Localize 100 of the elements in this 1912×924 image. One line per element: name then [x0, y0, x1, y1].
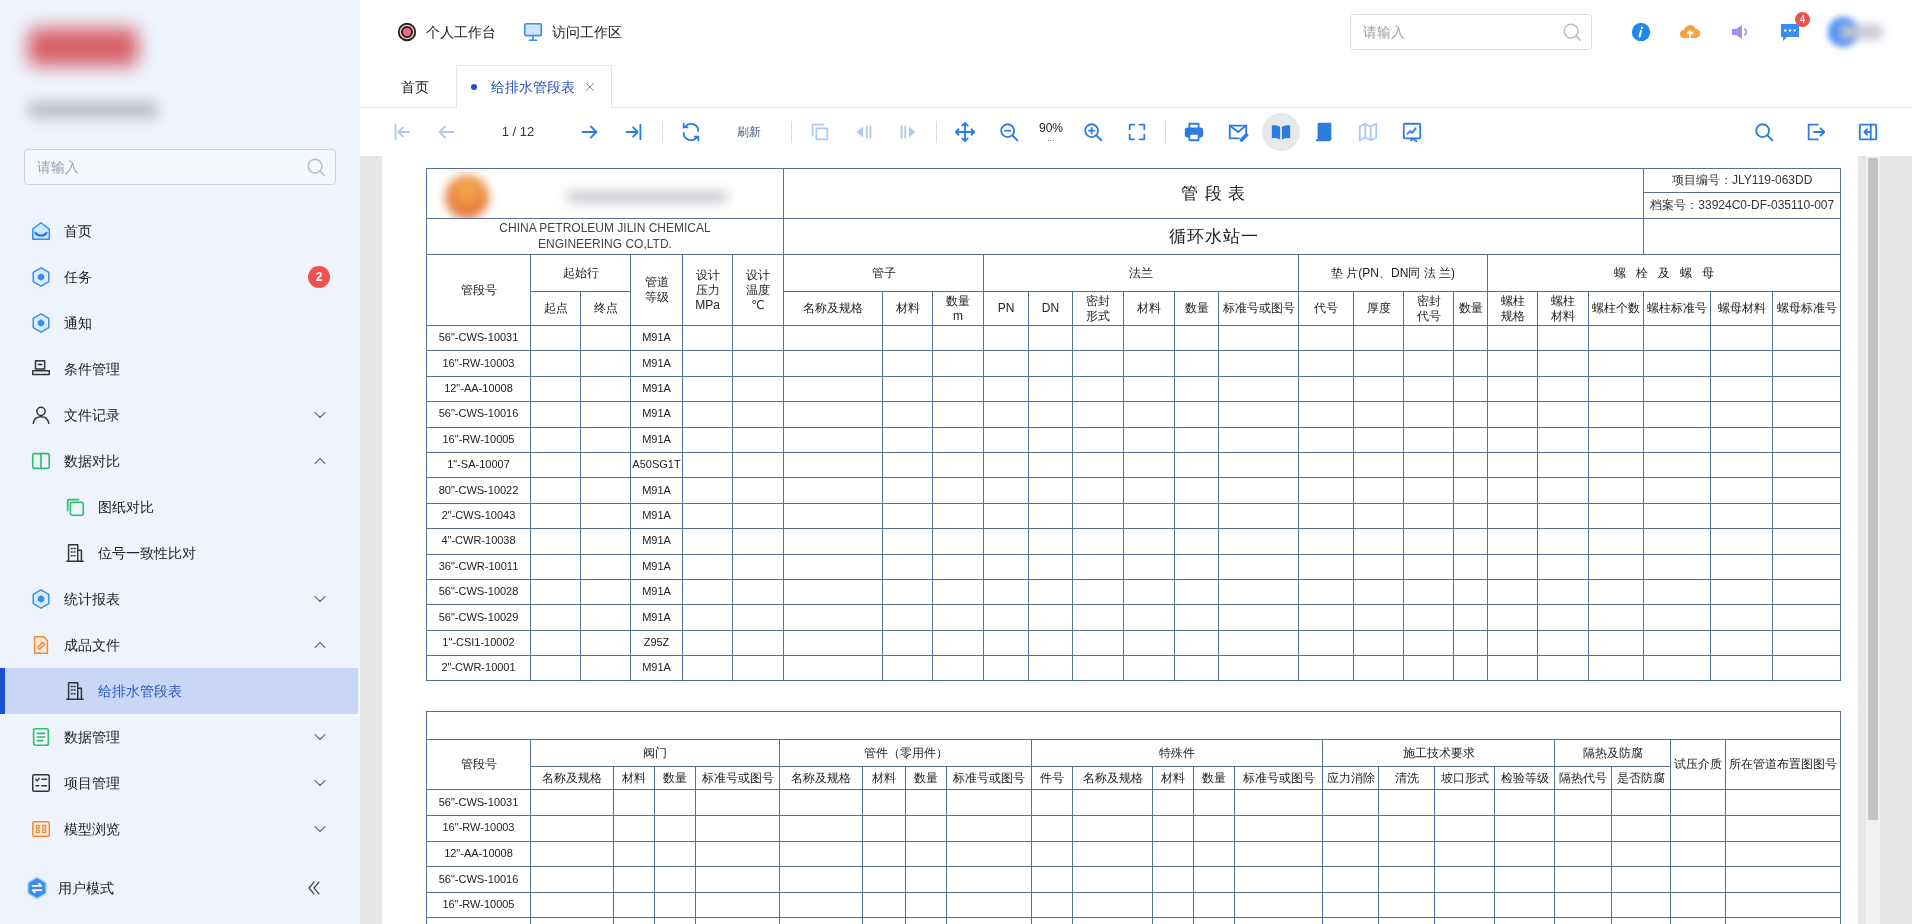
table-cell: M91A — [630, 401, 683, 428]
sidebar-item[interactable]: 统计报表 — [0, 576, 358, 622]
zoom-in-icon — [1082, 121, 1104, 143]
header-cell: 数量 — [1453, 291, 1488, 326]
table-cell: M91A — [630, 350, 683, 377]
station-name: 循环水站一 — [783, 218, 1644, 255]
header-cell: 数量m — [932, 291, 984, 326]
copy-icon — [64, 496, 86, 518]
search-box[interactable]: 请输入 — [24, 149, 336, 185]
table-cell: 16"-RW-10003 — [426, 815, 531, 842]
header-cell: 隔热及防腐 — [1554, 739, 1671, 767]
search-icon — [305, 156, 327, 178]
header-cell: 标准号或图号 — [1218, 291, 1299, 326]
sidebar-item[interactable]: 项目管理 — [0, 760, 358, 806]
copy-icon — [809, 121, 831, 143]
toolbar-button[interactable] — [1262, 113, 1300, 151]
header-cell: 厚度 — [1353, 291, 1404, 326]
header-cell: 密封代号 — [1403, 291, 1454, 326]
user-mode-button[interactable]: 用户模式 — [24, 875, 282, 901]
header-cell: 材料 — [1123, 291, 1175, 326]
header-cell: 名称及规格 — [779, 766, 863, 790]
header-cell: 材料 — [862, 766, 906, 790]
refresh-link[interactable]: 刷新 — [719, 122, 779, 142]
tab[interactable]: 首页 — [386, 65, 444, 108]
zoom-options[interactable]: ... — [1047, 133, 1055, 143]
monitor-icon — [522, 21, 544, 43]
table-cell: 56"-CWS-10028 — [426, 579, 531, 605]
archive-number: 档案号：33924C0-DF-035110-007 — [1643, 192, 1841, 219]
table-cell: M91A — [630, 427, 683, 453]
header-cell: 应力消除 — [1322, 766, 1379, 790]
header-cell: 管段号 — [426, 739, 531, 790]
page-indicator: 1 / 12 — [500, 123, 536, 142]
table-cell: M91A — [630, 376, 683, 402]
sidebar-item[interactable]: 通知 — [0, 300, 358, 346]
header-cell: 所在管道布置图图号 — [1725, 739, 1841, 790]
list-document-icon — [30, 726, 52, 748]
table-cell: M91A — [630, 528, 683, 554]
search-field[interactable]: 请输入 — [1361, 20, 1561, 44]
user-icon — [30, 404, 52, 426]
table-cell: 56"-CWS-10016 — [426, 866, 531, 893]
table-cell: 1"-SA-10007 — [426, 452, 531, 478]
sidebar-item[interactable]: 数据对比 — [0, 438, 358, 484]
sidebar-item[interactable]: 成品文件 — [0, 622, 358, 668]
hexagon-icon — [30, 266, 52, 288]
header-cell: 数量 — [905, 766, 947, 790]
table-cell: 36"-CWR-10011 — [426, 554, 531, 580]
zoom-level[interactable]: 90% — [1039, 121, 1063, 134]
header-cell: 名称及规格 — [783, 291, 883, 326]
sidebar-item[interactable]: 条件管理 — [0, 346, 358, 392]
table-cell: 12"-AA-10008 — [426, 376, 531, 402]
header-cell: 螺柱个数 — [1588, 291, 1644, 326]
zoom-out-icon — [998, 121, 1020, 143]
sidebar-item[interactable]: 数据管理 — [0, 714, 358, 760]
header-cell: 起点 — [530, 291, 581, 326]
workspace-link[interactable]: 访问工作区 — [522, 21, 622, 43]
table-cell: M91A — [630, 477, 683, 504]
header-cell: 法兰 — [983, 254, 1299, 292]
sidebar-item[interactable]: 首页 — [0, 208, 358, 254]
header-cell: 材料 — [882, 291, 933, 326]
sidebar-item[interactable]: 文件记录 — [0, 392, 358, 438]
tab[interactable]: 给排水管段表 — [456, 65, 612, 108]
table-cell: 56"-CWS-10016 — [426, 401, 531, 428]
table-cell: 56"-CWS-10031 — [426, 789, 531, 816]
header-cell: 清洗 — [1378, 766, 1435, 790]
header-cell: 件号 — [1031, 766, 1073, 790]
table-cell: 16"-RW-10005 — [426, 427, 531, 453]
exit-icon — [1805, 121, 1827, 143]
header-cell: 设计压力MPa — [682, 254, 733, 326]
header-cell: 坡口形式 — [1434, 766, 1495, 790]
sidebar-item[interactable]: 模型浏览 — [0, 806, 358, 852]
count-badge: 2 — [308, 266, 330, 288]
sidebar-subitem[interactable]: 图纸对比 — [0, 484, 358, 530]
move-icon — [954, 121, 976, 143]
sidebar-item[interactable]: 任务 2 — [0, 254, 358, 300]
header-cell: 特殊件 — [1031, 739, 1323, 767]
search-field[interactable]: 请输入 — [35, 155, 305, 179]
grid-icon — [30, 818, 52, 840]
header-cell: 起始行 — [530, 254, 631, 292]
table-cell: 2"-CWR-10001 — [426, 655, 531, 681]
table-cell: Z95Z — [630, 630, 683, 656]
count-badge: 4 — [1795, 12, 1810, 27]
scrollbar[interactable] — [1866, 156, 1880, 924]
sidebar-subitem[interactable]: 给排水管段表 — [0, 668, 358, 714]
header-cell: 材料 — [613, 766, 655, 790]
workspace-link[interactable]: 个人工作台 — [396, 21, 496, 43]
company-name: CHINA PETROLEUM JILIN CHEMICAL ENGINEERING CO,LTD. — [499, 220, 711, 251]
table-cell: 12"-AA-10008 — [426, 841, 531, 867]
search-icon — [1561, 21, 1583, 43]
info-icon — [1630, 21, 1652, 43]
building-icon — [64, 542, 86, 564]
sidebar-subitem[interactable]: 位号一致性比对 — [0, 530, 358, 576]
header-cell: 标准号或图号 — [946, 766, 1032, 790]
header-cell: 材料 — [1152, 766, 1194, 790]
header-cell: 试压介质 — [1670, 739, 1726, 790]
header-cell: 标准号或图号 — [695, 766, 780, 790]
header-cell: 数量 — [1174, 291, 1219, 326]
fullscreen-icon — [1126, 121, 1148, 143]
table-cell: 16"-RW-10003 — [426, 350, 531, 377]
search-box[interactable]: 请输入 — [1350, 14, 1592, 50]
blurred-username — [1840, 25, 1882, 39]
